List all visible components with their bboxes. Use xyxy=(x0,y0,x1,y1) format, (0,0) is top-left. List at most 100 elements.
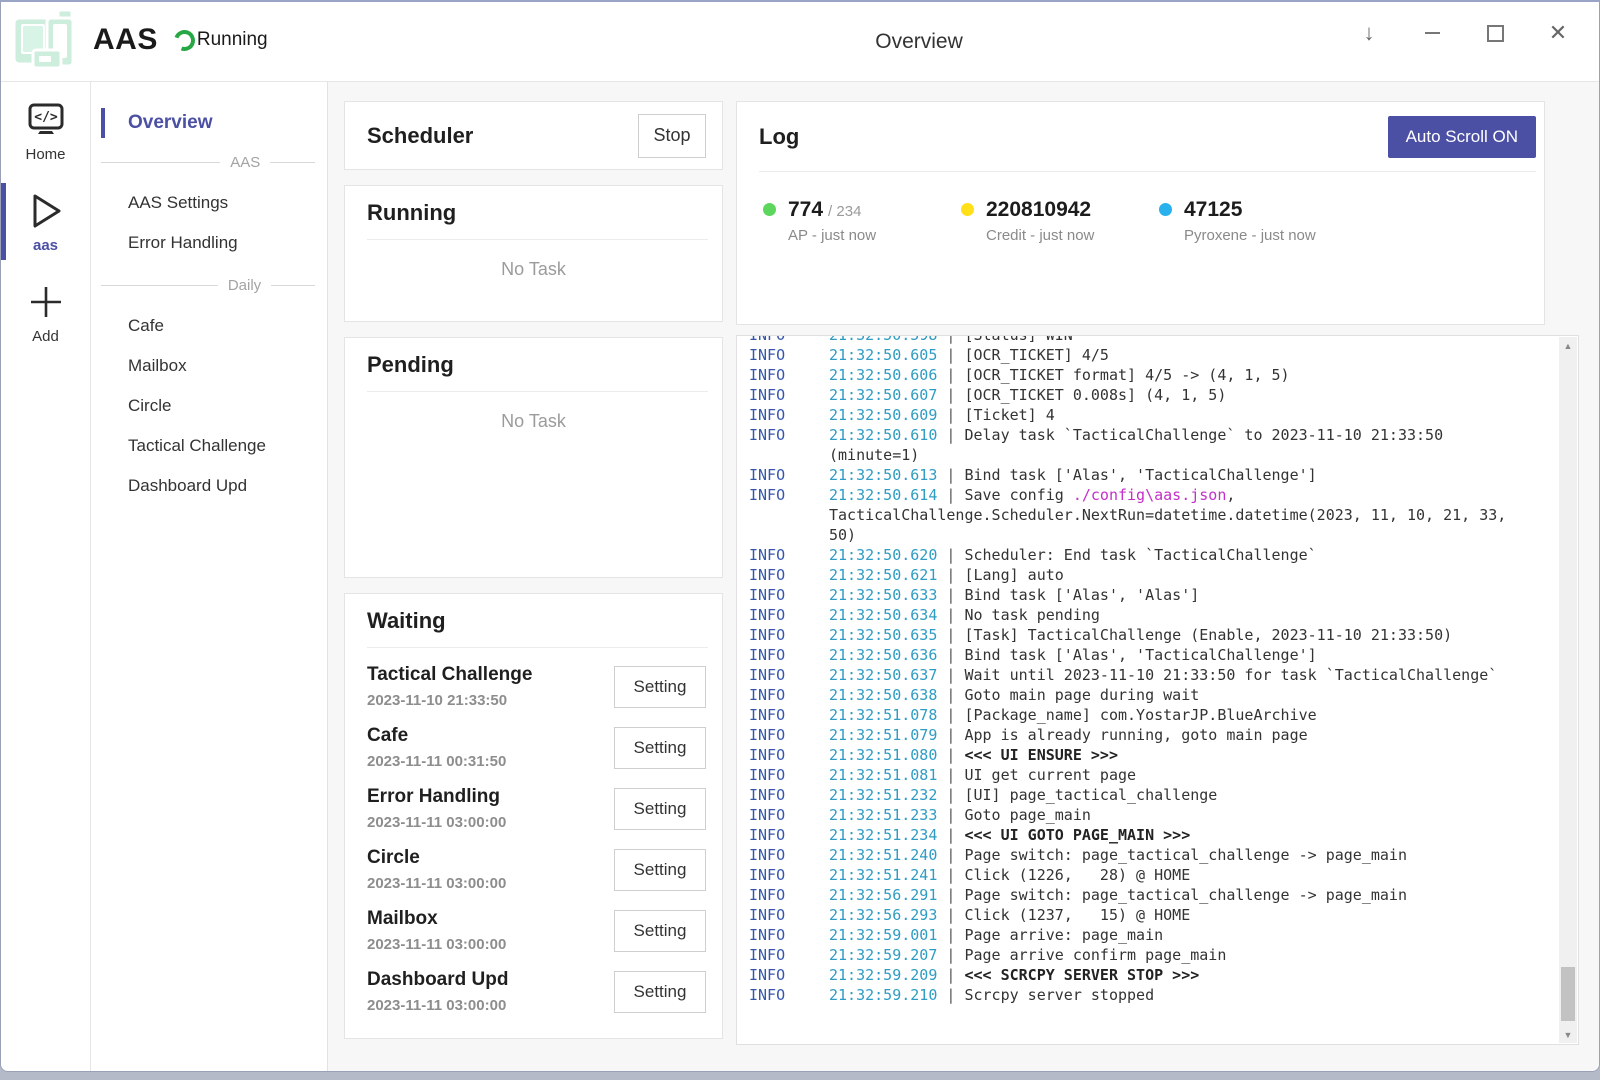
auto-scroll-button[interactable]: Auto Scroll ON xyxy=(1388,116,1536,158)
setting-button[interactable]: Setting xyxy=(614,727,706,769)
log-line: INFO21:32:51.232 | [UI] page_tactical_ch… xyxy=(749,785,1578,805)
log-level: INFO xyxy=(749,805,829,825)
log-time: 21:32:50.605 xyxy=(829,346,937,364)
log-time: 21:32:59.207 xyxy=(829,946,937,964)
scroll-down-icon[interactable]: ▼ xyxy=(1559,1026,1577,1043)
log-output[interactable]: INFO21:32:50.598 | [Status] WININFO21:32… xyxy=(736,335,1579,1045)
log-text-segment: Page switch: page_tactical_challenge -> … xyxy=(964,886,1407,904)
log-separator: | xyxy=(937,866,964,884)
log-line: INFO21:32:51.241 | Click (1226, 28) @ HO… xyxy=(749,865,1578,885)
download-icon[interactable]: ↓ xyxy=(1354,16,1384,50)
setting-button[interactable]: Setting xyxy=(614,910,706,952)
minimize-icon[interactable] xyxy=(1417,16,1447,50)
home-code-monitor-icon: </> xyxy=(26,102,66,138)
sidebar-groups: AAS AAS SettingsError Handling Daily CafeMa… xyxy=(91,154,327,506)
stat-value: 220810942 xyxy=(986,198,1094,222)
sidebar-item-overview[interactable]: Overview xyxy=(91,106,327,140)
svg-text:</>: </> xyxy=(34,110,58,125)
setting-button[interactable]: Setting xyxy=(614,971,706,1013)
divider-line xyxy=(270,162,315,163)
app-window: AAS Running Overview ↓ ✕ </> Home xyxy=(0,0,1600,1072)
pending-empty-text: No Task xyxy=(345,392,722,432)
close-icon[interactable]: ✕ xyxy=(1543,16,1573,50)
log-level: INFO xyxy=(749,545,829,565)
log-time: 21:32:56.293 xyxy=(829,906,937,924)
log-separator: | xyxy=(937,946,964,964)
log-separator: | xyxy=(937,986,964,1004)
log-line: INFO21:32:51.079 | App is already runnin… xyxy=(749,725,1578,745)
sidebar-item-dashboard-upd[interactable]: Dashboard Upd xyxy=(91,466,327,506)
scrollbar-thumb[interactable] xyxy=(1561,967,1575,1021)
log-separator: | xyxy=(937,786,964,804)
stop-button[interactable]: Stop xyxy=(638,114,706,158)
sidebar-item-aas-settings[interactable]: AAS Settings xyxy=(91,183,327,223)
setting-button[interactable]: Setting xyxy=(614,666,706,708)
waiting-task-row: Circle2023-11-11 03:00:00Setting xyxy=(367,839,706,900)
log-message: 21:32:51.080 | <<< UI ENSURE >>> xyxy=(829,745,1118,765)
rail-item-aas[interactable]: aas xyxy=(1,179,90,264)
stat-value: 47125 xyxy=(1184,198,1316,222)
log-text-segment: [UI] page_tactical_challenge xyxy=(964,786,1217,804)
running-title: Running xyxy=(345,200,722,226)
log-time: 21:32:51.080 xyxy=(829,746,937,764)
log-message: 21:32:51.233 | Goto page_main xyxy=(829,805,1091,825)
rail-item-home[interactable]: </> Home xyxy=(1,88,90,173)
log-message: 21:32:50.605 | [OCR_TICKET] 4/5 xyxy=(829,345,1109,365)
log-level: INFO xyxy=(749,985,829,1005)
window-controls: ↓ ✕ xyxy=(1354,16,1573,50)
task-name: Dashboard Upd xyxy=(367,969,614,991)
log-time: 21:32:50.607 xyxy=(829,386,937,404)
sidebar-item-cafe[interactable]: Cafe xyxy=(91,306,327,346)
stat-text: 774/ 234AP - just now xyxy=(788,198,876,244)
log-line: INFO21:32:56.293 | Click (1237, 15) @ HO… xyxy=(749,905,1578,925)
log-level: INFO xyxy=(749,425,829,465)
log-time: 21:32:50.621 xyxy=(829,566,937,584)
scheduler-panel: Scheduler Stop xyxy=(344,101,723,170)
rail-item-label: aas xyxy=(33,237,58,254)
log-time: 21:32:51.078 xyxy=(829,706,937,724)
log-line: INFO21:32:51.081 | UI get current page xyxy=(749,765,1578,785)
log-time: 21:32:51.241 xyxy=(829,866,937,884)
log-line: INFO21:32:50.635 | [Task] TacticalChalle… xyxy=(749,625,1578,645)
sidebar-item-error-handling[interactable]: Error Handling xyxy=(91,223,327,263)
task-info: Tactical Challenge2023-11-10 21:33:50 xyxy=(367,664,614,709)
app-name: AAS xyxy=(93,23,158,57)
sidebar-group-label: AAS xyxy=(101,154,315,171)
log-text-segment: Wait until 2023-11-10 21:33:50 for task … xyxy=(964,666,1497,684)
log-level: INFO xyxy=(749,745,829,765)
task-next-run: 2023-11-11 00:31:50 xyxy=(367,753,614,770)
setting-button[interactable]: Setting xyxy=(614,849,706,891)
sidebar-item-mailbox[interactable]: Mailbox xyxy=(91,346,327,386)
running-panel: Running No Task xyxy=(344,185,723,322)
group-label-text: Daily xyxy=(218,277,271,294)
log-level: INFO xyxy=(749,665,829,685)
log-message: 21:32:50.633 | Bind task ['Alas', 'Alas'… xyxy=(829,585,1199,605)
log-scrollbar[interactable]: ▲ ▼ xyxy=(1559,337,1577,1043)
log-message: 21:32:59.001 | Page arrive: page_main xyxy=(829,925,1163,945)
log-text-segment: Page arrive confirm page_main xyxy=(964,946,1226,964)
log-level: INFO xyxy=(749,885,829,905)
log-line: INFO21:32:59.210 | Scrcpy server stopped xyxy=(749,985,1578,1005)
log-text-segment: [Ticket] 4 xyxy=(964,406,1054,424)
sidebar-item-circle[interactable]: Circle xyxy=(91,386,327,426)
setting-button[interactable]: Setting xyxy=(614,788,706,830)
log-separator: | xyxy=(937,386,964,404)
log-separator: | xyxy=(937,666,964,684)
log-time: 21:32:51.240 xyxy=(829,846,937,864)
task-name: Circle xyxy=(367,847,614,869)
rail-item-add[interactable]: Add xyxy=(1,270,90,355)
log-text-segment: App is already running, goto main page xyxy=(964,726,1307,744)
maximize-icon[interactable] xyxy=(1480,16,1510,50)
log-separator: | xyxy=(937,406,964,424)
log-time: 21:32:51.232 xyxy=(829,786,937,804)
log-message: 21:32:51.240 | Page switch: page_tactica… xyxy=(829,845,1407,865)
log-separator: | xyxy=(937,726,964,744)
log-message: 21:32:50.636 | Bind task ['Alas', 'Tacti… xyxy=(829,645,1317,665)
stat-pyroxene: 47125Pyroxene - just now xyxy=(1159,198,1357,244)
stat-dot-icon xyxy=(1159,203,1172,216)
log-line: INFO21:32:50.638 | Goto main page during… xyxy=(749,685,1578,705)
log-text-segment: Goto main page during wait xyxy=(964,686,1199,704)
sidebar-item-tactical-challenge[interactable]: Tactical Challenge xyxy=(91,426,327,466)
scroll-up-icon[interactable]: ▲ xyxy=(1559,337,1577,354)
log-separator: | xyxy=(937,335,964,344)
